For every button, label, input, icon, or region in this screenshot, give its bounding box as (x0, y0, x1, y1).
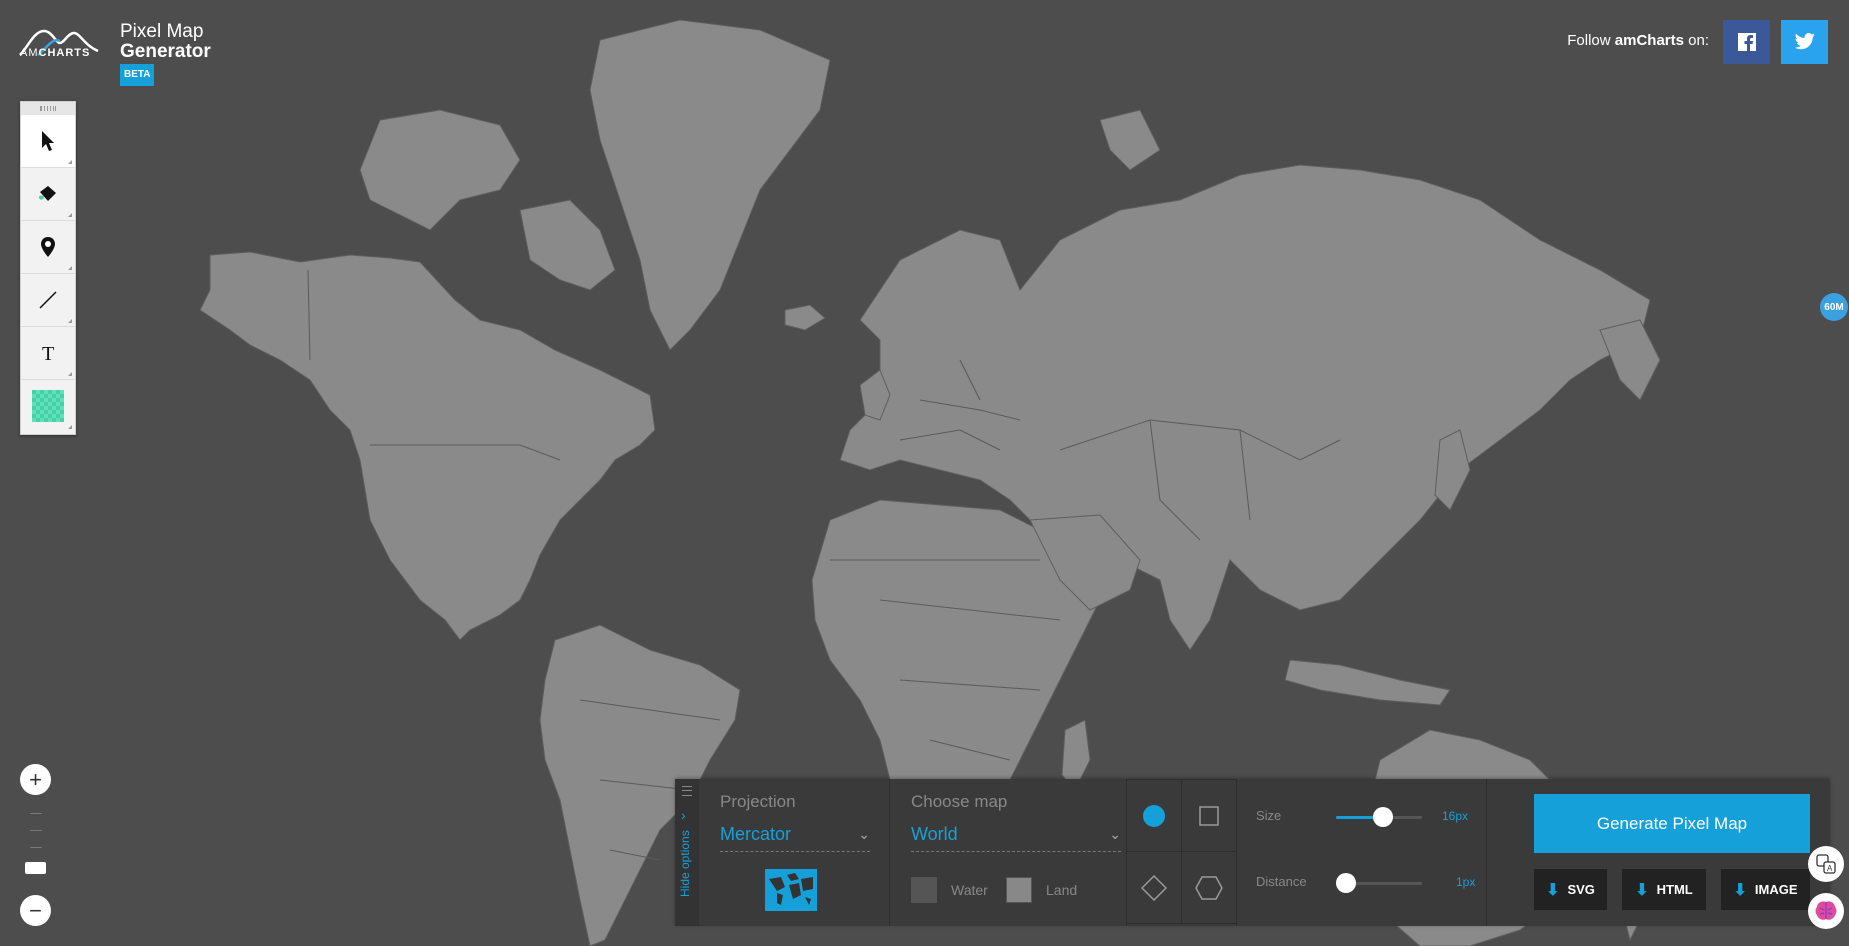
scale-badge[interactable]: 60M (1820, 293, 1848, 321)
facebook-icon (1737, 33, 1756, 51)
app-title: Pixel Map Generator BETA (120, 22, 211, 86)
north-america-landmass (199, 251, 656, 641)
water-label: Water (951, 882, 988, 898)
chevron-right-icon: › (681, 807, 686, 823)
follow-text: Follow amCharts on: (1567, 32, 1709, 49)
download-icon: ⬇ (1635, 881, 1649, 899)
download-image-button[interactable]: ⬇ IMAGE (1721, 869, 1810, 910)
title-line-2: Generator (120, 41, 211, 62)
logo-text: AMCHARTS (20, 47, 91, 59)
land-color-checkbox[interactable] (1006, 877, 1032, 903)
brain-icon (1815, 901, 1837, 920)
hide-options-toggle[interactable]: › Hide options (675, 779, 699, 926)
zoom-slider-thumb[interactable] (25, 862, 46, 874)
diamond-shape-icon (1141, 874, 1167, 901)
twitter-button[interactable] (1781, 20, 1828, 64)
download-icon: ⬇ (1733, 881, 1747, 899)
kamchatka (1599, 319, 1661, 401)
beta-badge: BETA (120, 64, 155, 86)
zoom-tick (30, 847, 42, 848)
slider-section: Size 16px Distance 1px (1236, 779, 1487, 926)
size-value: 16px (1442, 809, 1469, 823)
shape-diamond-button[interactable] (1126, 851, 1182, 924)
cursor-icon (42, 131, 54, 151)
title-line-1: Pixel Map (120, 21, 204, 42)
novaya-zemlya (1099, 109, 1161, 171)
hide-options-label: Hide options (678, 830, 692, 897)
arctic-islands (359, 109, 521, 231)
zoom-in-button[interactable]: + (20, 764, 51, 795)
size-label: Size (1256, 808, 1282, 823)
square-shape-icon (1199, 805, 1219, 826)
map-section: Choose map World ⌄ Water Land (889, 779, 1127, 926)
shape-hexagon-button[interactable] (1181, 851, 1237, 924)
zoom-tick (30, 830, 42, 831)
select-tool-button[interactable] (21, 115, 75, 168)
land-label: Land (1046, 882, 1078, 898)
translate-icon: A (1816, 854, 1836, 874)
projection-value: Mercator (720, 824, 792, 844)
download-html-label: HTML (1656, 882, 1693, 897)
download-svg-label: SVG (1567, 882, 1595, 897)
line-icon (39, 291, 57, 309)
svg-text:A: A (1827, 864, 1833, 873)
facebook-button[interactable] (1723, 20, 1770, 64)
map-value: World (911, 824, 958, 844)
translate-button[interactable]: A (1808, 846, 1844, 882)
circle-shape-icon (1143, 804, 1165, 827)
map-select[interactable]: World ⌄ (911, 824, 1121, 852)
fill-tool-button[interactable] (21, 168, 75, 221)
indonesia (1284, 659, 1451, 706)
chevron-down-icon: ⌄ (858, 826, 870, 842)
distance-label: Distance (1256, 874, 1307, 889)
svg-text:T: T (42, 343, 54, 363)
hexagon-shape-icon (1195, 875, 1223, 900)
baffin-island (519, 199, 616, 291)
marker-tool-button[interactable] (21, 221, 75, 274)
distance-value: 1px (1456, 875, 1476, 889)
zoom-tick (30, 813, 42, 814)
chevron-down-icon: ⌄ (1109, 826, 1121, 842)
shape-circle-button[interactable] (1126, 779, 1182, 852)
menu-icon (682, 786, 692, 796)
assistant-button[interactable] (1808, 893, 1844, 929)
map-pin-icon (41, 237, 55, 257)
shape-section (1126, 779, 1237, 926)
color-swatch-button[interactable] (21, 380, 75, 432)
text-icon: T (42, 343, 54, 363)
zoom-out-button[interactable]: − (20, 895, 51, 926)
projection-select[interactable]: Mercator ⌄ (720, 824, 870, 852)
iceland (784, 304, 826, 331)
download-html-button[interactable]: ⬇ HTML (1622, 869, 1706, 910)
twitter-icon (1794, 33, 1815, 50)
text-tool-button[interactable]: T (21, 327, 75, 380)
pattern-swatch-icon (32, 390, 64, 422)
greenland (589, 19, 831, 351)
toolbar-drag-handle[interactable] (21, 102, 75, 115)
paint-bucket-icon (39, 186, 56, 201)
generate-pixel-map-button[interactable]: Generate Pixel Map (1534, 794, 1810, 853)
download-icon: ⬇ (1546, 881, 1560, 899)
distance-slider-knob[interactable] (1336, 873, 1356, 893)
tool-palette: T (20, 101, 76, 435)
projection-section: Projection Mercator ⌄ (699, 779, 890, 926)
water-color-checkbox[interactable] (911, 877, 937, 903)
projection-preview-thumbnail (765, 869, 817, 911)
size-slider-knob[interactable] (1373, 807, 1394, 827)
download-svg-button[interactable]: ⬇ SVG (1534, 869, 1607, 910)
projection-label: Projection (720, 792, 796, 811)
line-tool-button[interactable] (21, 274, 75, 327)
download-image-label: IMAGE (1754, 882, 1798, 897)
choose-map-label: Choose map (911, 792, 1008, 811)
shape-square-button[interactable] (1181, 779, 1237, 852)
